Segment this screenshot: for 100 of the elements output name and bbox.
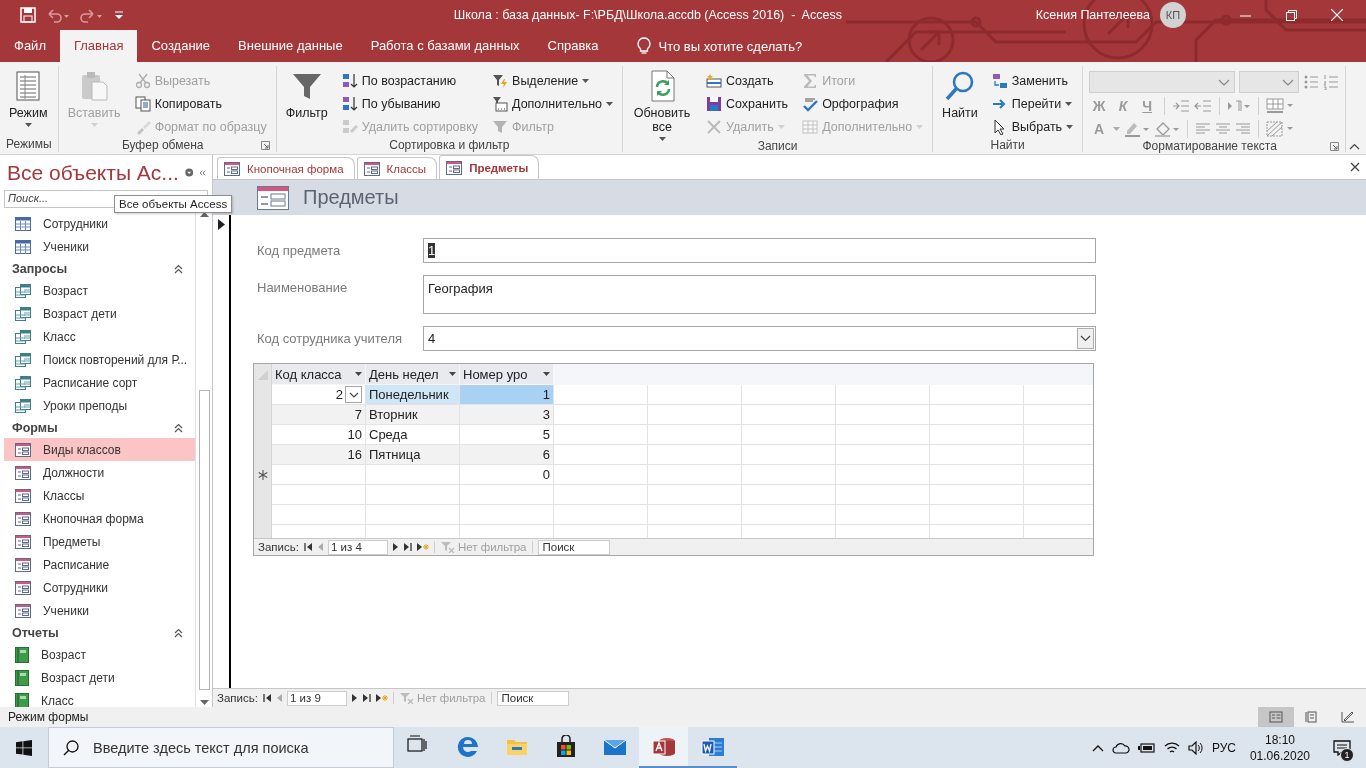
ribbon-button[interactable]: Найти [939, 69, 981, 121]
clock-date[interactable]: 01.06.2020 [1249, 747, 1310, 764]
nav-item[interactable]: Возраст [4, 643, 195, 666]
nav-item[interactable]: Уроки преподы [4, 394, 195, 417]
nav-item[interactable]: Возраст дети [4, 302, 195, 325]
next-record-icon[interactable] [392, 543, 399, 551]
ribbon-button[interactable]: Перейти [988, 92, 1077, 115]
document-tab[interactable]: Классы [356, 157, 438, 179]
avatar[interactable]: КП [1160, 2, 1186, 28]
nav-item[interactable]: Возраст [4, 279, 195, 302]
last-record-icon[interactable] [362, 694, 371, 702]
next-record-icon[interactable] [351, 694, 358, 702]
first-record-icon[interactable] [303, 543, 312, 551]
group-header[interactable]: Отчеты [12, 625, 59, 640]
undo-icon[interactable] [46, 7, 70, 23]
combo-box[interactable]: 4 [423, 326, 1096, 351]
input-field[interactable]: 1 [423, 238, 1096, 263]
column-header[interactable]: Номер уро [460, 364, 553, 384]
document-tab[interactable]: Предметы [439, 155, 540, 179]
document-tab[interactable]: Кнопочная форма [217, 157, 355, 179]
bullet-list-icon[interactable] [1303, 74, 1320, 90]
search-field[interactable]: Введите здесь текст для поиска [48, 727, 394, 768]
ribbon-button[interactable]: Заменить [988, 69, 1077, 92]
clock-time[interactable]: 18:10 [1264, 731, 1295, 748]
field-label: Код сотрудника учителя [257, 330, 404, 348]
close-icon[interactable] [1350, 162, 1360, 172]
ribbon-button[interactable]: Копировать [131, 92, 270, 115]
battery-icon[interactable] [1137, 741, 1156, 754]
nav-item[interactable]: Класс [4, 325, 195, 348]
wifi-icon[interactable] [1163, 740, 1180, 755]
table-cell: Вторник [366, 405, 459, 424]
ribbon-button[interactable]: Режим [6, 69, 51, 128]
nav-item[interactable]: Поиск повторений для Р... [4, 348, 195, 371]
column-header[interactable]: Код класса [272, 364, 365, 384]
nav-item[interactable]: Должности [4, 461, 195, 484]
record-label: Запись: [217, 692, 258, 704]
ribbon-button[interactable]: По возрастанию [338, 69, 482, 92]
user-name[interactable]: Ксения Пантелеева [1035, 8, 1150, 22]
nav-item[interactable]: Виды классов [4, 438, 195, 461]
ribbon-button[interactable]: По убыванию [338, 92, 482, 115]
nav-item[interactable]: Расписание сорт [4, 371, 195, 394]
nav-item[interactable]: Возраст дети [4, 666, 195, 689]
ribbon-button[interactable]: Создать [703, 69, 792, 92]
ribbon-button[interactable]: Выбрать [988, 115, 1077, 138]
record-position-field[interactable]: 1 из 4 [327, 539, 388, 555]
menu-tab[interactable]: Главная [59, 30, 138, 62]
collapse-group-icon[interactable] [174, 422, 183, 433]
subform-datasheet[interactable]: Код класса День недел Номер уро 2 Понедельник 1 7 Вторник 3 10 Среда 5 16 Пятница 6 0 Запись: 1 из 4 Нет фильтра Поиск [253, 363, 1094, 556]
menu-tab[interactable]: Работа с базами данных [356, 30, 534, 62]
input-field[interactable]: География [423, 275, 1096, 314]
cloud-icon[interactable] [1111, 741, 1130, 754]
customize-caret-icon[interactable] [114, 10, 124, 20]
menu-tab[interactable]: Справка [533, 30, 613, 62]
menu-tab[interactable]: Создание [137, 30, 225, 62]
alternate-row-color-icon[interactable] [1266, 120, 1295, 137]
dialog-launcher-icon[interactable] [260, 140, 270, 150]
nav-item[interactable]: Кнопочная форма [4, 507, 195, 530]
nav-item[interactable]: Сотрудники [4, 576, 195, 599]
new-record-icon[interactable] [416, 543, 429, 551]
nav-item[interactable]: Классы [4, 484, 195, 507]
nav-item[interactable]: Предметы [4, 530, 195, 553]
ribbon-button[interactable]: Фильтр [282, 69, 331, 121]
last-record-icon[interactable] [403, 543, 412, 551]
chevron-up-icon[interactable] [1091, 743, 1104, 752]
scrollbar[interactable] [195, 210, 212, 707]
pane-title[interactable]: Все объекты Ас... [7, 160, 179, 185]
ribbon-button[interactable]: Выделение [489, 69, 616, 92]
save-icon[interactable] [20, 7, 36, 23]
speaker-icon[interactable] [1187, 740, 1204, 755]
nav-item[interactable]: Ученики [4, 599, 195, 622]
ribbon-button[interactable]: Дополнительно [489, 92, 616, 115]
menu-tab[interactable]: Файл [0, 30, 60, 62]
paragraph-direction-icon[interactable] [1227, 98, 1252, 113]
notification-icon[interactable] [1333, 739, 1351, 756]
new-record-icon[interactable] [375, 694, 388, 702]
nav-item[interactable]: Ученики [4, 235, 195, 258]
collapse-ribbon-icon[interactable] [1349, 143, 1360, 150]
group-header[interactable]: Запросы [12, 261, 68, 276]
language-indicator[interactable]: РУС [1211, 740, 1236, 755]
ribbon-button[interactable]: Сохранить [703, 92, 792, 115]
nav-item[interactable]: Расписание [4, 553, 195, 576]
group-header[interactable]: Формы [12, 420, 58, 435]
column-header[interactable]: День недел [366, 364, 459, 384]
record-position-field[interactable]: 1 из 9 [286, 690, 347, 706]
ribbon-button[interactable]: Обновить все [629, 69, 695, 142]
first-record-icon[interactable] [262, 694, 271, 702]
search-field[interactable]: Поиск [538, 539, 611, 555]
group-label: Найти [989, 138, 1026, 152]
taskbar-button[interactable] [639, 727, 688, 768]
fill-bucket-icon[interactable] [1154, 120, 1181, 137]
nav-item[interactable]: Сотрудники [4, 212, 195, 235]
highlight-icon[interactable] [1124, 120, 1151, 137]
collapse-group-icon[interactable] [174, 263, 183, 274]
tell-me-field[interactable]: Что вы хотите сделать? [626, 30, 813, 62]
gridlines-icon[interactable] [1266, 97, 1295, 114]
collapse-group-icon[interactable] [174, 627, 183, 638]
search-field[interactable]: Поиск [497, 690, 570, 706]
ribbon-button[interactable]: Орфография [799, 92, 927, 115]
redo-icon[interactable] [80, 7, 104, 23]
menu-tab[interactable]: Внешние данные [224, 30, 357, 62]
